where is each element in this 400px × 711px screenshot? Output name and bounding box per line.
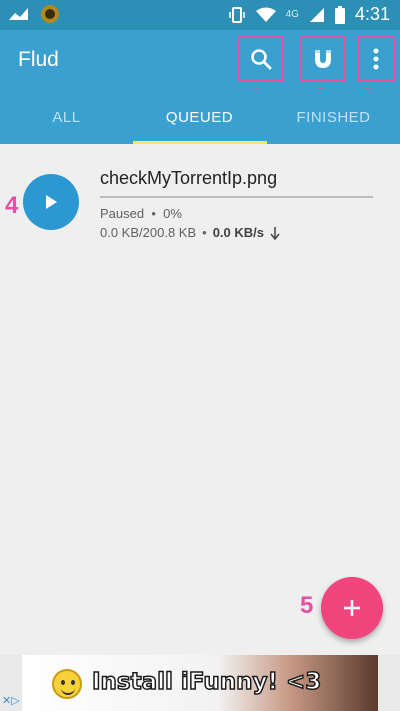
ad-image[interactable]: Install iFunny! <3 — [22, 655, 378, 711]
torrent-progress-bar — [100, 196, 373, 198]
more-vert-icon — [373, 48, 379, 70]
plus-icon — [344, 600, 360, 616]
tab-finished[interactable]: FINISHED — [267, 90, 400, 144]
app-bar: Flud — [0, 30, 400, 90]
torrent-status-line: Paused • 0% — [100, 206, 182, 221]
torrent-size-line: 0.0 KB/200.8 KB • 0.0 KB/s — [100, 225, 280, 240]
magnet-link-button[interactable] — [300, 36, 346, 82]
download-arrow-icon — [270, 226, 280, 240]
signal-icon — [309, 7, 324, 22]
tab-all[interactable]: ALL — [0, 90, 133, 144]
tab-bar: ALL QUEUED FINISHED — [0, 90, 400, 144]
smiley-icon — [52, 669, 82, 699]
wifi-icon — [255, 7, 276, 22]
status-left-icons — [8, 4, 60, 24]
search-button[interactable] — [238, 36, 284, 82]
torrent-speed: 0.0 KB/s — [212, 225, 264, 240]
separator-dot: • — [147, 206, 164, 221]
status-time: 4:31 — [354, 4, 390, 24]
status-bar: 4G 4:31 — [0, 0, 400, 30]
ad-text: Install iFunny! <3 — [91, 668, 322, 696]
tab-queued[interactable]: QUEUED — [133, 90, 266, 144]
chart-notification-icon — [9, 8, 28, 20]
torrent-item[interactable]: checkMyTorrentIp.png Paused • 0% 0.0 KB/… — [0, 164, 400, 244]
add-torrent-button[interactable] — [321, 577, 383, 639]
ad-banner[interactable]: Install iFunny! <3 — [0, 655, 400, 711]
magnet-icon — [315, 50, 331, 68]
app-title: Flud — [18, 48, 59, 71]
vibrate-icon — [228, 6, 245, 23]
network-type-label: 4G — [285, 9, 299, 20]
status-right-icons: 4G 4:31 — [228, 4, 390, 25]
battery-icon — [334, 5, 345, 24]
resume-button[interactable] — [23, 174, 79, 230]
torrent-percent: 0% — [163, 206, 182, 221]
play-icon — [46, 195, 57, 209]
ad-choices-icon[interactable]: ✕▷ — [2, 694, 20, 707]
app-notification-icon — [41, 5, 59, 23]
search-icon — [251, 49, 272, 70]
separator-dot: • — [202, 225, 207, 240]
torrent-name: checkMyTorrentIp.png — [100, 168, 278, 188]
more-options-button[interactable] — [357, 36, 395, 82]
torrent-status: Paused — [100, 206, 145, 221]
torrent-size: 0.0 KB/200.8 KB — [100, 225, 197, 240]
